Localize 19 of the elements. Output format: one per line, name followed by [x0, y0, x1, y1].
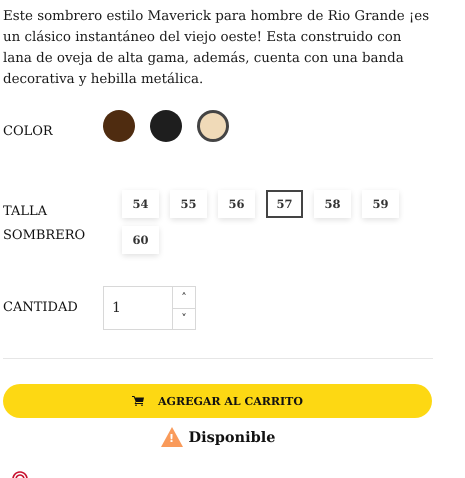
color-swatch[interactable]	[197, 110, 229, 142]
size-option[interactable]: 57	[266, 190, 303, 218]
availability-status: Disponible	[188, 428, 276, 446]
product-description: Este sombrero estilo Maverick para hombre de Rio Grande ¡es un clásico instantáneo del viejo oeste! Esta construido con lana de oveja de alta gama, además, cuenta con una banda decorativa y hebilla metálica.	[3, 8, 430, 89]
color-label: COLOR	[3, 123, 54, 141]
size-option[interactable]: 55	[170, 190, 207, 218]
warning-icon: !	[160, 427, 182, 447]
quantity-field[interactable]: 1 ˄ ˅	[103, 286, 196, 330]
size-option[interactable]: 58	[314, 190, 351, 218]
color-swatch[interactable]	[103, 110, 135, 142]
size-option[interactable]: 59	[362, 190, 399, 218]
size-label: TALLA SOMBRERO	[3, 203, 86, 245]
quantity-label: CANTIDAD	[3, 299, 79, 317]
color-swatch[interactable]	[150, 110, 182, 142]
add-to-cart-button[interactable]: AGREGAR AL CARRITO	[3, 384, 432, 418]
cart-icon	[132, 396, 144, 406]
size-option[interactable]: 60	[122, 226, 159, 254]
size-option[interactable]: 56	[218, 190, 255, 218]
size-option[interactable]: 54	[122, 190, 159, 218]
